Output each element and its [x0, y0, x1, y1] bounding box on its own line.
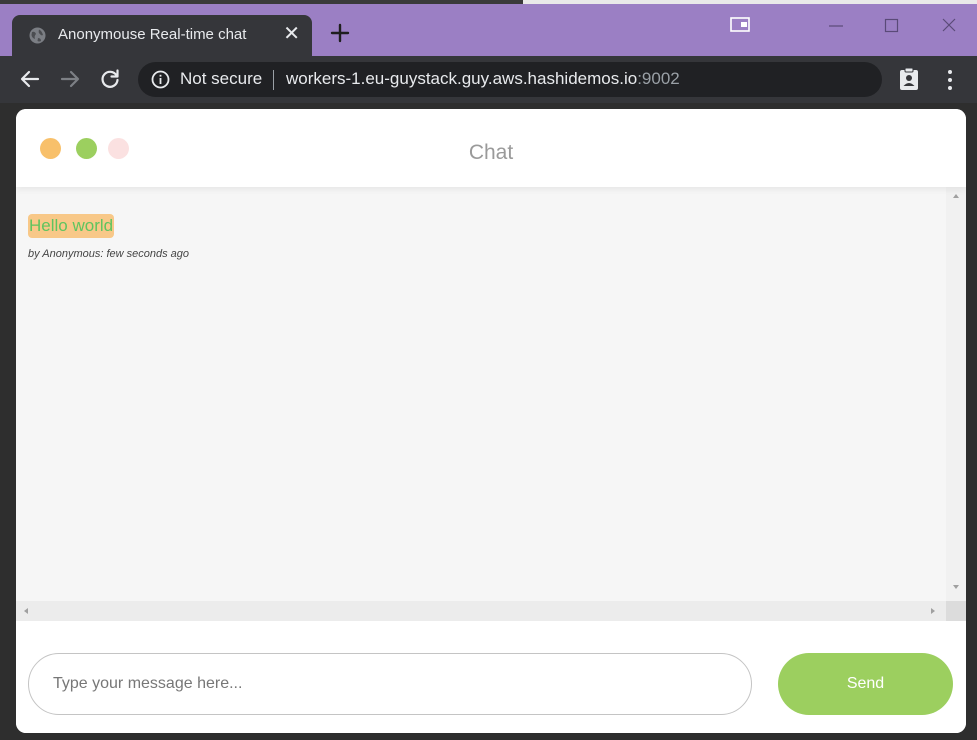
send-button[interactable]: Send [778, 653, 953, 715]
address-bar[interactable]: Not secure workers-1.eu-guystack.guy.aws… [138, 62, 882, 97]
scroll-right-arrow-icon[interactable] [931, 608, 935, 614]
vertical-scrollbar[interactable] [946, 187, 966, 601]
window-icon[interactable] [730, 14, 750, 36]
tab-title: Anonymouse Real-time chat [58, 26, 247, 43]
tab-close-icon[interactable]: ✕ [283, 24, 300, 44]
scroll-left-arrow-icon[interactable] [24, 608, 28, 614]
reload-icon[interactable] [99, 68, 121, 90]
omnibox-separator [273, 70, 274, 90]
maximize-icon[interactable] [884, 14, 900, 36]
chat-header: Chat [16, 109, 966, 187]
url-text: workers-1.eu-guystack.guy.aws.hashidemos… [286, 69, 680, 89]
clipboard-user-icon[interactable] [898, 67, 920, 91]
page-viewport: Chat Hello world by Anonymous: few secon… [0, 103, 977, 740]
scroll-up-arrow-icon[interactable] [953, 194, 959, 198]
horizontal-scrollbar[interactable] [16, 601, 946, 621]
scrollbar-corner [946, 601, 966, 621]
globe-icon [29, 27, 46, 44]
arrow-right-icon[interactable] [59, 68, 81, 90]
kebab-menu-icon[interactable] [944, 69, 956, 91]
url-host: workers-1.eu-guystack.guy.aws.hashidemos… [286, 69, 638, 88]
chat-footer: Send [16, 621, 966, 733]
arrow-left-icon[interactable] [19, 68, 41, 90]
browser-titlebar: Anonymouse Real-time chat ✕ [0, 4, 977, 56]
scroll-down-arrow-icon[interactable] [953, 585, 959, 589]
info-icon[interactable] [151, 70, 170, 89]
browser-tab[interactable]: Anonymouse Real-time chat ✕ [12, 15, 312, 56]
plus-icon[interactable] [329, 22, 351, 44]
message-input[interactable] [28, 653, 752, 715]
url-port: :9002 [637, 69, 680, 88]
security-label: Not secure [180, 69, 263, 88]
window-close-icon[interactable] [941, 14, 957, 36]
message-list[interactable]: Hello world by Anonymous: few seconds ag… [16, 187, 946, 601]
message-bubble: Hello world [28, 214, 115, 238]
chat-card: Chat Hello world by Anonymous: few secon… [16, 109, 966, 733]
message-meta: by Anonymous: few seconds ago [28, 248, 190, 260]
browser-toolbar: Not secure workers-1.eu-guystack.guy.aws… [0, 56, 977, 103]
chat-title: Chat [468, 141, 514, 164]
minimize-icon[interactable] [828, 14, 844, 36]
